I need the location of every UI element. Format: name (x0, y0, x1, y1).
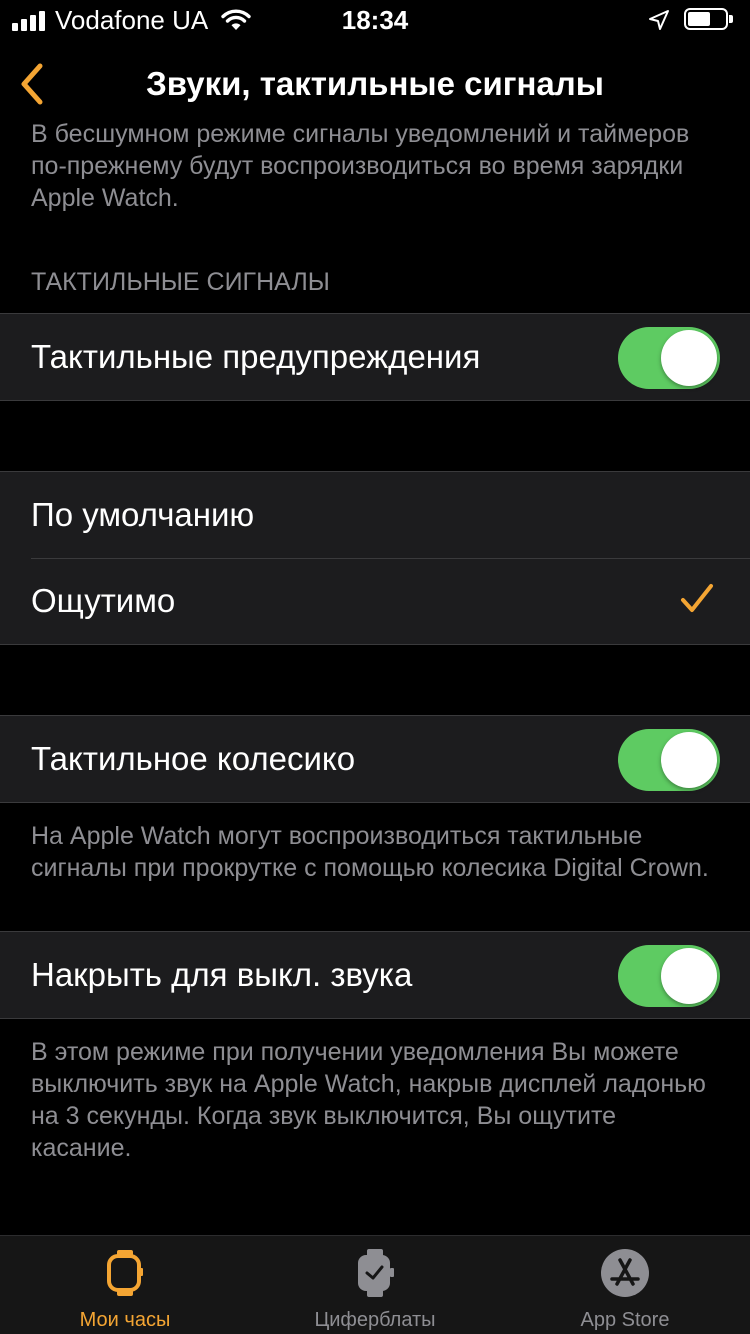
page-title: Звуки, тактильные сигналы (146, 65, 604, 102)
watch-face-icon (358, 1249, 394, 1297)
watch-icon (107, 1250, 143, 1296)
screen: Vodafone UA 18:34 Звуки, тактильные сигн… (0, 0, 750, 1334)
tab-my-watch[interactable]: Мои часы (0, 1236, 250, 1334)
status-time: 18:34 (341, 5, 409, 35)
cover-to-mute-group: Накрыть для выкл. звука (0, 931, 750, 1019)
option-default-label: По умолчанию (31, 496, 255, 533)
haptic-alerts-row: Тактильные предупреждения (0, 314, 750, 400)
status-right (648, 8, 734, 32)
haptic-alerts-label: Тактильные предупреждения (31, 338, 481, 375)
crown-haptics-toggle[interactable] (618, 729, 720, 791)
crown-haptics-row: Тактильное колесико (0, 716, 750, 802)
location-arrow-icon (649, 10, 669, 30)
haptic-alerts-toggle[interactable] (618, 327, 720, 389)
status-bar: Vodafone UA 18:34 (0, 0, 750, 40)
tab-app-store[interactable]: App Store (500, 1236, 750, 1334)
crown-haptics-footer: На Apple Watch могут воспроизводиться та… (31, 822, 709, 882)
toggle-knob (661, 732, 717, 788)
navigation-bar: Звуки, тактильные сигналы (0, 40, 750, 128)
cover-to-mute-row: Накрыть для выкл. звука (0, 932, 750, 1018)
crown-haptics-label: Тактильное колесико (31, 740, 356, 777)
cover-to-mute-label: Накрыть для выкл. звука (31, 956, 413, 993)
cover-to-mute-toggle[interactable] (618, 945, 720, 1007)
option-prominent-label: Ощутимо (31, 582, 176, 619)
silent-mode-footer: В бесшумном режиме сигналы уведомлений и… (31, 120, 690, 212)
tab-my-watch-label: Мои часы (79, 1309, 171, 1331)
tab-app-store-label: App Store (580, 1309, 670, 1331)
haptic-strength-group: По умолчанию Ощутимо (0, 471, 750, 645)
battery-icon (684, 8, 734, 32)
cover-to-mute-footer: В этом режиме при получении уведомления … (31, 1038, 706, 1162)
app-store-icon (601, 1249, 649, 1297)
toggle-knob (661, 948, 717, 1004)
tab-faces[interactable]: Циферблаты (250, 1236, 500, 1334)
haptic-alerts-group: Тактильные предупреждения (0, 313, 750, 401)
checkmark-icon (681, 584, 713, 612)
tab-faces-label: Циферблаты (314, 1309, 436, 1331)
toggle-knob (661, 330, 717, 386)
tab-bar: Мои часы Циферблаты App Store (0, 1235, 750, 1334)
option-default-row[interactable]: По умолчанию (0, 472, 750, 558)
settings-list[interactable]: В бесшумном режиме сигналы уведомлений и… (0, 118, 750, 1164)
section-header-haptics: Тактильные сигналы (31, 268, 330, 296)
crown-haptics-group: Тактильное колесико (0, 715, 750, 803)
option-prominent-row[interactable]: Ощутимо (0, 558, 750, 644)
